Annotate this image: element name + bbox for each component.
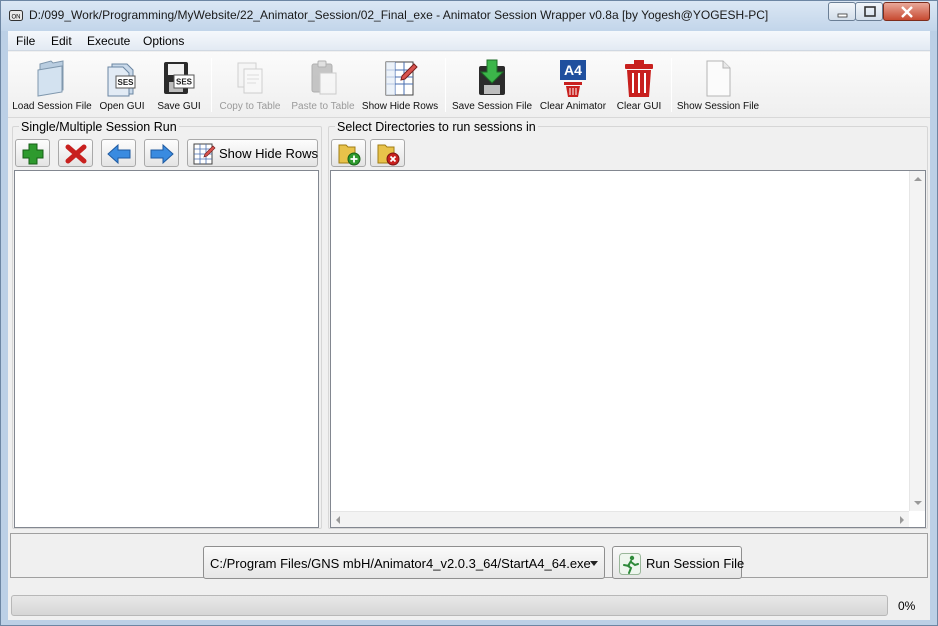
- arrow-right-icon: [150, 143, 174, 165]
- delete-x-icon: [65, 144, 87, 164]
- minimize-button[interactable]: [828, 2, 856, 21]
- executable-path-combo[interactable]: C:/Program Files/GNS mbH/Animator4_v2.0.…: [203, 546, 605, 579]
- main-window: ON D:/099_Work/Programming/MyWebsite/22_…: [0, 0, 938, 626]
- runner-icon: [619, 553, 641, 575]
- ses-file-icon: SES: [107, 63, 136, 97]
- vertical-scrollbar[interactable]: [909, 171, 925, 511]
- save-gui-label: Save GUI: [157, 101, 201, 112]
- run-panel: C:/Program Files/GNS mbH/Animator4_v2.0.…: [10, 533, 928, 579]
- menu-execute[interactable]: Execute: [87, 34, 130, 48]
- trash-icon: [625, 60, 653, 97]
- run-session-file-label: Run Session File: [646, 556, 745, 571]
- menu-file[interactable]: File: [16, 34, 35, 48]
- app-icon: ON: [9, 10, 23, 21]
- window-title: D:/099_Work/Programming/MyWebsite/22_Ani…: [29, 8, 769, 22]
- horizontal-scrollbar[interactable]: [331, 511, 909, 527]
- progress-percent: 0%: [898, 599, 916, 613]
- run-session-file-button[interactable]: Run Session File: [612, 546, 745, 579]
- menu-edit[interactable]: Edit: [51, 34, 72, 48]
- add-directory-button[interactable]: [331, 139, 366, 167]
- left-panel-title: Single/Multiple Session Run: [19, 120, 179, 134]
- paste-icon: [311, 60, 337, 95]
- scroll-up-icon[interactable]: [914, 177, 922, 181]
- executable-path-value: C:/Program Files/GNS mbH/Animator4_v2.0.…: [210, 556, 591, 571]
- move-left-button[interactable]: [101, 139, 136, 167]
- svg-text:SES: SES: [117, 78, 134, 87]
- menu-options[interactable]: Options: [143, 34, 184, 48]
- clear-gui-label: Clear GUI: [616, 101, 662, 112]
- maximize-button[interactable]: [855, 2, 883, 21]
- copy-icon: [237, 62, 263, 94]
- show-session-file-button[interactable]: Show Session File: [676, 56, 760, 114]
- table-pencil-icon: [385, 61, 418, 96]
- show-hide-rows-button[interactable]: Show Hide Rows: [360, 56, 440, 114]
- move-right-button[interactable]: [144, 139, 179, 167]
- show-session-file-label: Show Session File: [676, 101, 760, 112]
- toolbar-separator: [211, 58, 212, 112]
- close-button[interactable]: [883, 2, 930, 21]
- directory-list[interactable]: [330, 170, 926, 528]
- clear-animator-button[interactable]: A4 Clear Animator: [538, 56, 608, 114]
- scroll-right-icon[interactable]: [900, 516, 904, 524]
- close-icon: [901, 6, 913, 18]
- folder-add-icon: [338, 144, 361, 166]
- save-ses-icon: SES: [164, 62, 195, 94]
- title-bar[interactable]: ON D:/099_Work/Programming/MyWebsite/22_…: [1, 1, 937, 31]
- scroll-left-icon[interactable]: [336, 516, 340, 524]
- show-hide-rows-label: Show Hide Rows: [361, 101, 439, 112]
- save-arrow-icon: [479, 59, 505, 95]
- load-session-file-label: Load Session File: [12, 101, 92, 112]
- scroll-down-icon[interactable]: [914, 501, 922, 505]
- save-session-file-button[interactable]: Save Session File: [450, 56, 534, 114]
- a4-trash-icon: A4: [560, 60, 586, 97]
- plus-icon: [22, 143, 44, 165]
- remove-session-button[interactable]: [58, 139, 93, 167]
- svg-text:ON: ON: [12, 15, 21, 21]
- load-session-file-button[interactable]: Load Session File: [12, 56, 92, 114]
- clear-gui-button[interactable]: Clear GUI: [613, 56, 665, 114]
- session-list[interactable]: [14, 170, 319, 528]
- paste-to-table-label: Paste to Table: [291, 101, 355, 112]
- remove-directory-button[interactable]: [370, 139, 405, 167]
- save-gui-button[interactable]: SES Save GUI: [153, 56, 205, 114]
- client-area: File Edit Execute Options Load Session F…: [8, 31, 930, 620]
- clear-animator-label: Clear Animator: [539, 101, 607, 112]
- svg-text:A4: A4: [564, 62, 582, 78]
- table-pencil-icon: [193, 143, 216, 165]
- chevron-down-icon: [590, 561, 598, 566]
- right-panel-title: Select Directories to run sessions in: [335, 120, 538, 134]
- left-show-hide-rows-label: Show Hide Rows: [219, 146, 318, 161]
- left-show-hide-rows-button[interactable]: Show Hide Rows: [187, 139, 318, 167]
- copy-to-table-label: Copy to Table: [219, 101, 281, 112]
- minimize-icon: [837, 13, 848, 18]
- toolbar-separator: [445, 58, 446, 112]
- toolbar: Load Session File SES Open GUI SES Save …: [8, 52, 930, 118]
- svg-text:SES: SES: [176, 78, 193, 87]
- toolbar-separator: [671, 58, 672, 112]
- document-icon: [706, 60, 731, 97]
- maximize-icon: [864, 6, 876, 17]
- paste-to-table-button[interactable]: Paste to Table: [289, 56, 357, 114]
- open-gui-label: Open GUI: [99, 101, 145, 112]
- progress-bar: [11, 595, 888, 616]
- arrow-left-icon: [107, 143, 131, 165]
- add-session-button[interactable]: [15, 139, 50, 167]
- copy-to-table-button[interactable]: Copy to Table: [215, 56, 285, 114]
- folder-remove-icon: [377, 144, 400, 166]
- menu-bar: File Edit Execute Options: [8, 31, 930, 51]
- save-session-file-label: Save Session File: [451, 101, 533, 112]
- folder-icon: [37, 60, 64, 97]
- open-gui-button[interactable]: SES Open GUI: [96, 56, 148, 114]
